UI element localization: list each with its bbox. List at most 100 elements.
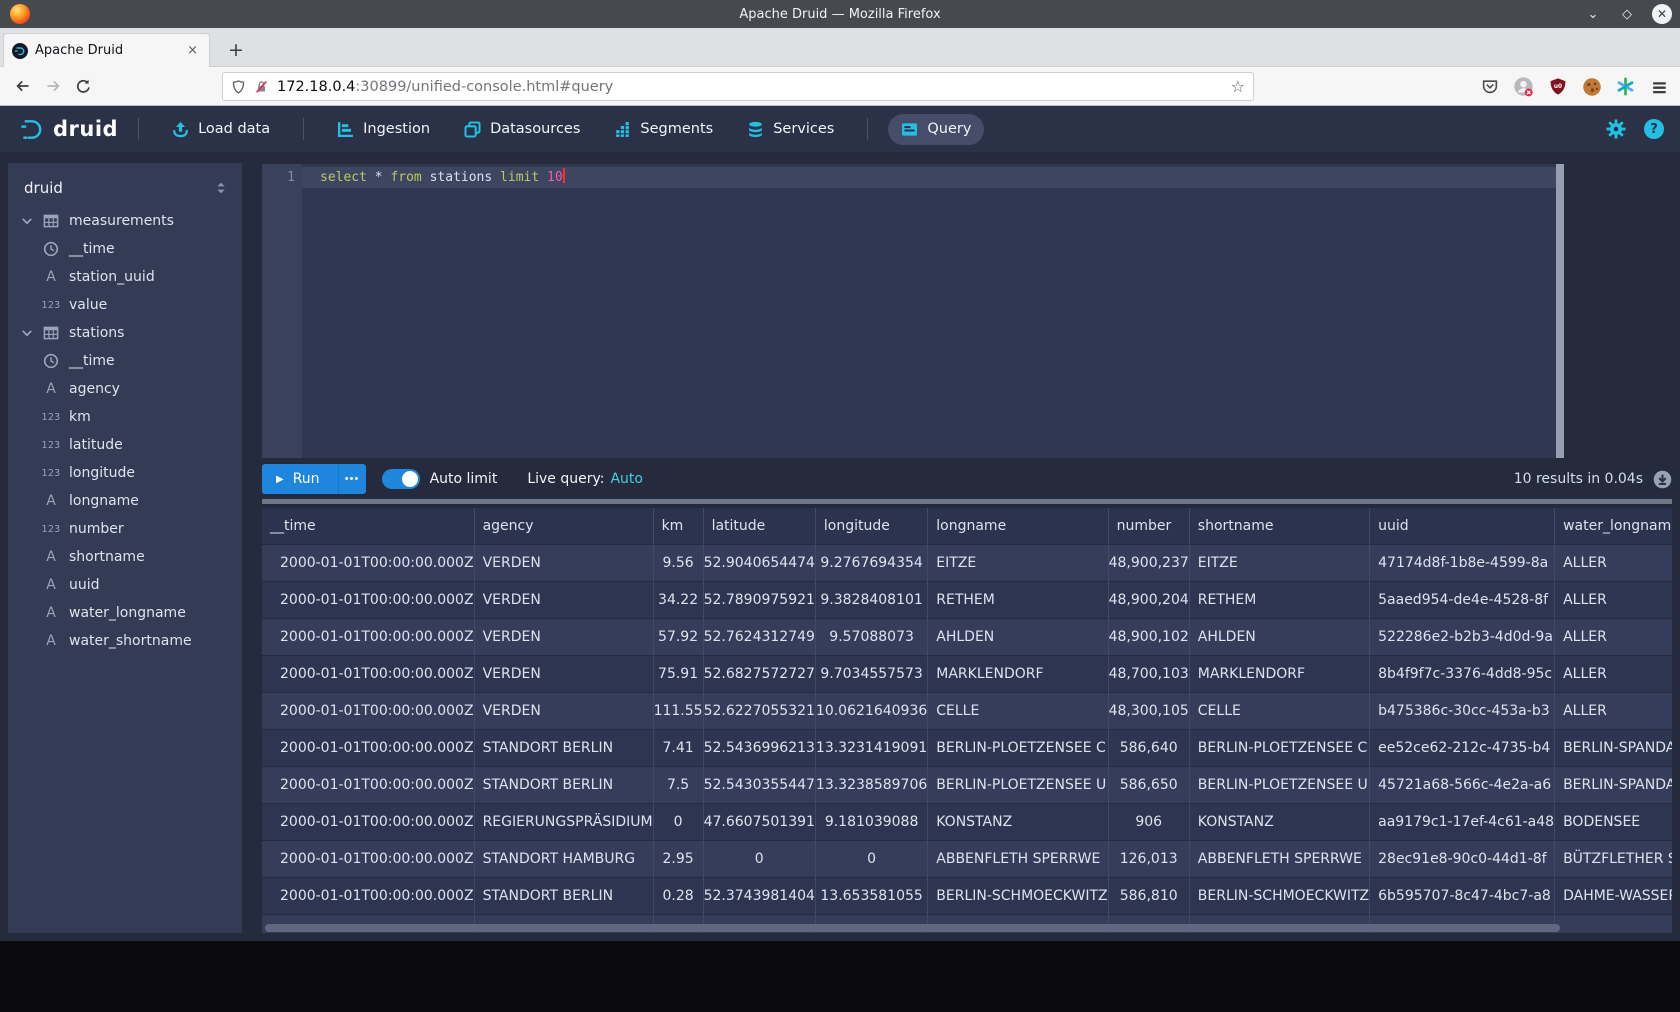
table-cell[interactable]: 2000-01-01T00:00:00.000Z	[262, 877, 474, 914]
live-query-value[interactable]: Auto	[610, 471, 643, 487]
tab-close-icon[interactable]: ×	[184, 43, 201, 58]
tree-column-agency[interactable]: Aagency	[8, 375, 242, 403]
table-cell[interactable]: ALLER	[1555, 618, 1672, 655]
column-header-latitude[interactable]: latitude	[703, 508, 815, 544]
nav-item-ingestion[interactable]: Ingestion	[324, 114, 443, 145]
table-cell[interactable]: ee52ce62-212c-4735-b4	[1370, 729, 1555, 766]
table-cell[interactable]: 52.7890975921	[703, 581, 815, 618]
table-cell[interactable]: CELLE	[1189, 692, 1369, 729]
table-cell[interactable]: 13.653581055	[815, 877, 927, 914]
table-cell[interactable]: 9.57088073	[815, 618, 927, 655]
table-cell[interactable]: 2000-01-01T00:00:00.000Z	[262, 581, 474, 618]
table-cell[interactable]: b475386c-30cc-453a-b3	[1370, 692, 1555, 729]
table-cell[interactable]: 48,900,237	[1108, 544, 1189, 581]
table-cell[interactable]: 52.5430355447	[703, 766, 815, 803]
table-cell[interactable]: 9.3828408101	[815, 581, 927, 618]
tree-column-__time[interactable]: __time	[8, 235, 242, 263]
tree-column-longname[interactable]: Alongname	[8, 487, 242, 515]
table-cell[interactable]: 9.2767694354	[815, 544, 927, 581]
table-cell[interactable]: 2000-01-01T00:00:00.000Z	[262, 729, 474, 766]
table-cell[interactable]: EITZE	[928, 544, 1108, 581]
table-cell[interactable]: 7.5	[653, 766, 703, 803]
cookie-icon[interactable]	[1581, 76, 1602, 97]
table-cell[interactable]: 13.3238589706	[815, 766, 927, 803]
table-cell[interactable]: 0	[653, 803, 703, 840]
table-cell[interactable]: aa9179c1-17ef-4c61-a48	[1370, 803, 1555, 840]
new-tab-button[interactable]: +	[222, 36, 250, 64]
editor-line-content[interactable]: select * from stations limit 10	[320, 167, 565, 188]
table-cell[interactable]: 52.5436996213	[703, 729, 815, 766]
window-close-icon[interactable]: ✕	[1652, 4, 1672, 24]
table-cell[interactable]: 2000-01-01T00:00:00.000Z	[262, 840, 474, 877]
table-cell[interactable]: 7.41	[653, 729, 703, 766]
schema-name[interactable]: druid	[24, 179, 214, 197]
table-cell[interactable]: 5aaed954-de4e-4528-8f	[1370, 581, 1555, 618]
table-cell[interactable]: 2.95	[653, 840, 703, 877]
table-cell[interactable]: 48,700,103	[1108, 655, 1189, 692]
table-cell[interactable]: VERDEN	[474, 544, 653, 581]
table-cell[interactable]: 9.181039088	[815, 803, 927, 840]
table-cell[interactable]: 2000-01-01T00:00:00.000Z	[262, 618, 474, 655]
table-cell[interactable]: 126,013	[1108, 840, 1189, 877]
table-cell[interactable]: MARKLENDORF	[928, 655, 1108, 692]
table-cell[interactable]: KONSTANZ	[928, 803, 1108, 840]
double-caret-sort-icon[interactable]	[214, 180, 228, 196]
table-cell[interactable]: BERLIN-SCHMOECKWITZ	[928, 877, 1108, 914]
table-cell[interactable]: 75.91	[653, 655, 703, 692]
run-more-button[interactable]: •••	[338, 464, 366, 494]
table-cell[interactable]: 28ec91e8-90c0-44d1-8f	[1370, 840, 1555, 877]
table-cell[interactable]: STANDORT BERLIN	[474, 729, 653, 766]
table-cell[interactable]: 13.3231419091	[815, 729, 927, 766]
table-cell[interactable]: CELLE	[928, 692, 1108, 729]
column-header-uuid[interactable]: uuid	[1370, 508, 1555, 544]
tree-table-stations[interactable]: stations	[8, 319, 242, 347]
insecure-lock-icon[interactable]	[254, 79, 269, 95]
table-cell[interactable]: ALLER	[1555, 544, 1672, 581]
ublock-icon[interactable]: u0	[1547, 76, 1568, 97]
nav-item-load-data[interactable]: Load data	[159, 114, 283, 145]
table-cell[interactable]: BERLIN-PLOETZENSEE C	[928, 729, 1108, 766]
table-cell[interactable]: 586,810	[1108, 877, 1189, 914]
pocket-icon[interactable]	[1479, 76, 1500, 97]
table-cell[interactable]: BERLIN-PLOETZENSEE U	[928, 766, 1108, 803]
column-header-__time[interactable]: __time	[262, 508, 474, 544]
table-cell[interactable]: BÜTZFLETHER SÜDERE	[1555, 840, 1672, 877]
url-bar[interactable]: 172.18.0.4:30899/unified-console.html#qu…	[222, 72, 1254, 101]
table-cell[interactable]: VERDEN	[474, 655, 653, 692]
table-cell[interactable]: ALLER	[1555, 655, 1672, 692]
table-cell[interactable]: VERDEN	[474, 581, 653, 618]
back-button[interactable]	[8, 71, 38, 101]
account-icon[interactable]	[1513, 76, 1534, 97]
table-cell[interactable]: MARKLENDORF	[1189, 655, 1369, 692]
tree-column-water_longname[interactable]: Awater_longname	[8, 599, 242, 627]
table-cell[interactable]: 52.7624312749	[703, 618, 815, 655]
table-cell[interactable]: 10.0621640936	[815, 692, 927, 729]
table-cell[interactable]: 0.28	[653, 877, 703, 914]
nav-item-segments[interactable]: Segments	[601, 114, 726, 145]
table-cell[interactable]: 47174d8f-1b8e-4599-8a	[1370, 544, 1555, 581]
auto-limit-toggle[interactable]	[382, 469, 420, 489]
table-cell[interactable]: EITZE	[1189, 544, 1369, 581]
table-cell[interactable]: STANDORT BERLIN	[474, 877, 653, 914]
table-cell[interactable]: 111.55	[653, 692, 703, 729]
tree-column-uuid[interactable]: Auuid	[8, 571, 242, 599]
table-cell[interactable]: 2000-01-01T00:00:00.000Z	[262, 803, 474, 840]
table-cell[interactable]: 2000-01-01T00:00:00.000Z	[262, 692, 474, 729]
window-minimize-icon[interactable]: ⌄	[1584, 7, 1602, 22]
tree-column-value[interactable]: 123value	[8, 291, 242, 319]
tree-column-__time[interactable]: __time	[8, 347, 242, 375]
table-cell[interactable]: ABBENFLETH SPERRWE	[1189, 840, 1369, 877]
table-cell[interactable]: RETHEM	[1189, 581, 1369, 618]
table-cell[interactable]: 48,900,102	[1108, 618, 1189, 655]
chevron-down-icon[interactable]	[20, 214, 34, 228]
run-button[interactable]: ▶ Run	[262, 464, 338, 494]
table-cell[interactable]: 47.6607501391	[703, 803, 815, 840]
tree-column-km[interactable]: 123km	[8, 403, 242, 431]
tree-column-shortname[interactable]: Ashortname	[8, 543, 242, 571]
table-cell[interactable]: DAHME-WASSERSTRAS	[1555, 877, 1672, 914]
table-cell[interactable]: 906	[1108, 803, 1189, 840]
table-cell[interactable]: BERLIN-SCHMOECKWITZ	[1189, 877, 1369, 914]
table-cell[interactable]: BERLIN-PLOETZENSEE C	[1189, 729, 1369, 766]
column-header-longname[interactable]: longname	[928, 508, 1108, 544]
bookmark-star-icon[interactable]: ☆	[1231, 77, 1245, 96]
